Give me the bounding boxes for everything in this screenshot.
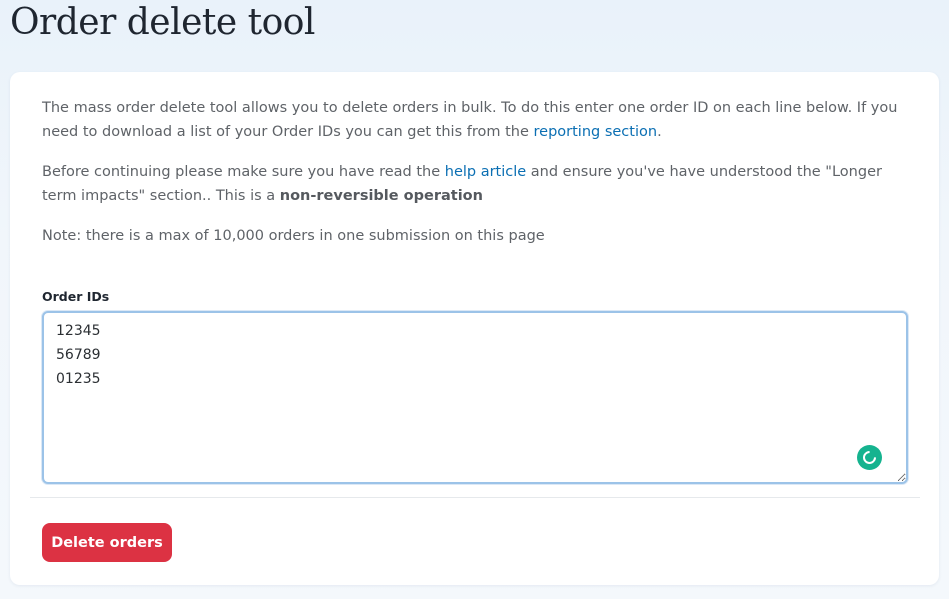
page-title: Order delete tool [10, 2, 315, 43]
delete-tool-card: The mass order delete tool allows you to… [10, 72, 939, 585]
warning-paragraph: Before continuing please make sure you h… [42, 160, 908, 208]
divider [30, 497, 920, 498]
help-article-link[interactable]: help article [445, 164, 526, 180]
intro-text: The mass order delete tool allows you to… [42, 100, 898, 140]
instructions: The mass order delete tool allows you to… [42, 96, 908, 264]
order-ids-label: Order IDs [42, 289, 110, 304]
intro-paragraph: The mass order delete tool allows you to… [42, 96, 908, 144]
order-ids-field-wrapper: 12345 56789 01235 [42, 311, 908, 484]
warning-text: Before continuing please make sure you h… [42, 164, 445, 180]
order-ids-textarea[interactable]: 12345 56789 01235 [42, 311, 908, 484]
intro-end: . [657, 124, 662, 140]
non-reversible-warning: non-reversible operation [279, 188, 483, 204]
max-orders-note: Note: there is a max of 10,000 orders in… [42, 228, 545, 244]
delete-orders-button[interactable]: Delete orders [42, 523, 172, 562]
grammar-assistant-icon[interactable] [857, 445, 882, 470]
reporting-section-link[interactable]: reporting section [534, 124, 658, 140]
